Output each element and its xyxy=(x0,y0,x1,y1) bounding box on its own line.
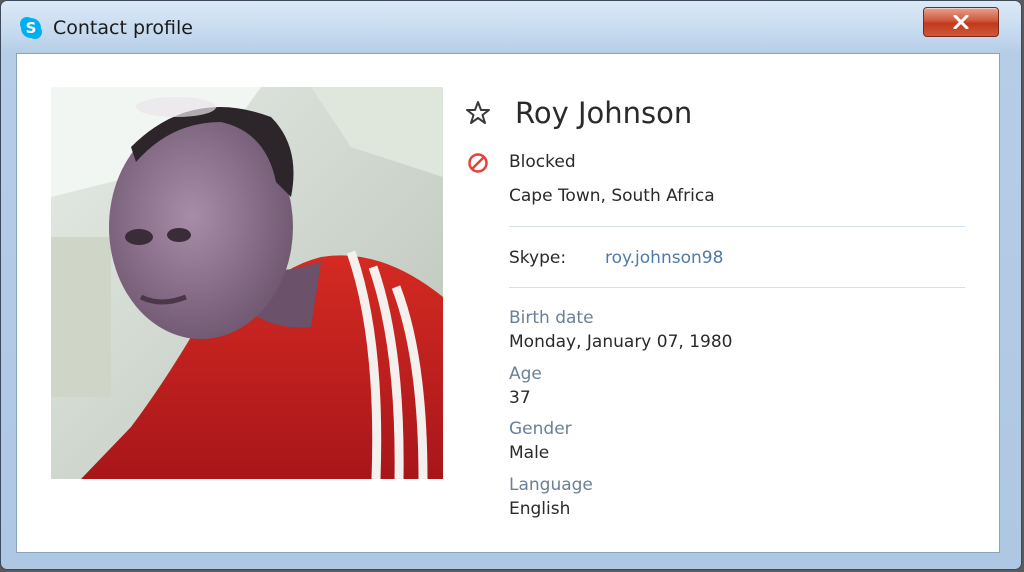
skype-label: Skype: xyxy=(509,248,567,268)
gender-label: Gender xyxy=(509,419,572,439)
close-icon xyxy=(953,15,969,29)
name-row: Roy Johnson xyxy=(465,94,965,134)
birth-date-label: Birth date xyxy=(509,308,594,328)
star-icon[interactable] xyxy=(465,100,491,126)
age-value: 37 xyxy=(509,388,531,408)
age-label: Age xyxy=(509,364,542,384)
divider xyxy=(509,226,965,227)
language-value: English xyxy=(509,499,571,519)
close-button[interactable] xyxy=(923,7,999,37)
divider xyxy=(509,287,965,288)
status-text: Blocked xyxy=(509,152,576,172)
title-bar[interactable]: S Contact profile xyxy=(1,1,1021,53)
contact-name: Roy Johnson xyxy=(515,96,693,130)
skype-id-link[interactable]: roy.johnson98 xyxy=(605,248,723,268)
blocked-icon xyxy=(468,153,488,173)
svg-text:S: S xyxy=(26,19,37,37)
window-title: Contact profile xyxy=(53,17,193,39)
contact-photo xyxy=(51,87,443,479)
profile-panel: Roy Johnson Blocked Cape Town, South Afr… xyxy=(16,53,1000,553)
contact-profile-window: S Contact profile Roy Johnson Blocked Ca… xyxy=(0,0,1022,570)
birth-date-value: Monday, January 07, 1980 xyxy=(509,332,733,352)
skype-icon: S xyxy=(20,17,42,39)
language-label: Language xyxy=(509,475,593,495)
gender-value: Male xyxy=(509,443,550,463)
location-text: Cape Town, South Africa xyxy=(509,186,715,206)
